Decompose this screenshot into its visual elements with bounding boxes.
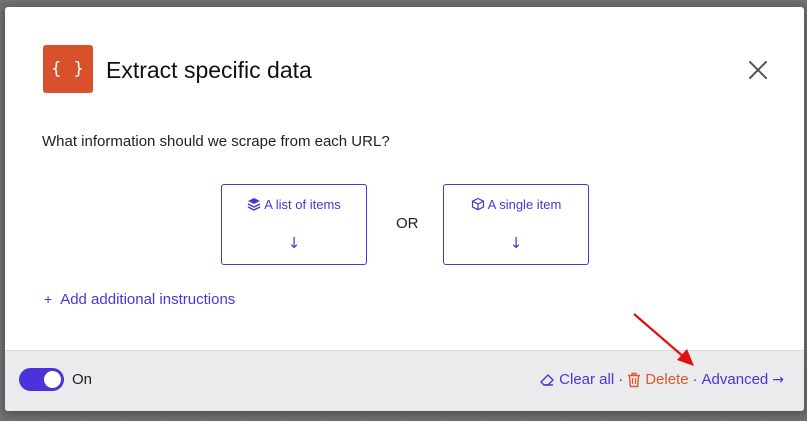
add-instructions-link[interactable]: + Add additional instructions <box>44 291 235 308</box>
single-option-label-row: A single item <box>444 197 588 212</box>
modal-footer: On Clear all · Delete · Advanced → <box>5 350 804 411</box>
arrow-right-icon: → <box>772 371 784 388</box>
or-separator: OR <box>396 215 419 232</box>
advanced-label: Advanced <box>701 371 769 388</box>
clear-all-label: Clear all <box>559 371 615 388</box>
single-option-label: A single item <box>487 197 562 212</box>
list-option-label: A list of items <box>264 197 341 212</box>
toggle-knob <box>44 371 61 388</box>
extract-data-modal: { } Extract specific data What informati… <box>5 7 804 411</box>
action-separator: · <box>692 371 698 388</box>
stack-icon <box>247 198 261 211</box>
add-instructions-label: Add additional instructions <box>60 291 236 308</box>
single-item-option[interactable]: A single item ↓ <box>443 184 589 265</box>
delete-label: Delete <box>645 371 689 388</box>
close-icon <box>749 61 767 79</box>
list-option-label-row: A list of items <box>222 197 366 212</box>
arrow-down-icon: ↓ <box>509 234 523 252</box>
braces-icon: { } <box>43 45 93 93</box>
enable-toggle[interactable] <box>19 368 64 391</box>
toggle-label: On <box>72 371 93 388</box>
cube-icon <box>471 197 484 211</box>
braces-icon-text: { } <box>51 59 85 79</box>
modal-title: Extract specific data <box>106 57 312 83</box>
list-of-items-option[interactable]: A list of items ↓ <box>221 184 367 265</box>
arrow-down-icon: ↓ <box>287 234 301 252</box>
eraser-icon <box>540 373 554 386</box>
trash-icon <box>628 372 641 387</box>
footer-actions: Clear all · Delete · Advanced → <box>539 371 784 388</box>
plus-icon: + <box>44 291 53 307</box>
scrape-question: What information should we scrape from e… <box>42 133 390 150</box>
delete-button[interactable]: Delete <box>627 371 689 388</box>
advanced-button[interactable]: Advanced → <box>702 371 784 388</box>
close-button[interactable] <box>747 59 769 81</box>
action-separator: · <box>618 371 624 388</box>
clear-all-button[interactable]: Clear all <box>539 371 614 388</box>
